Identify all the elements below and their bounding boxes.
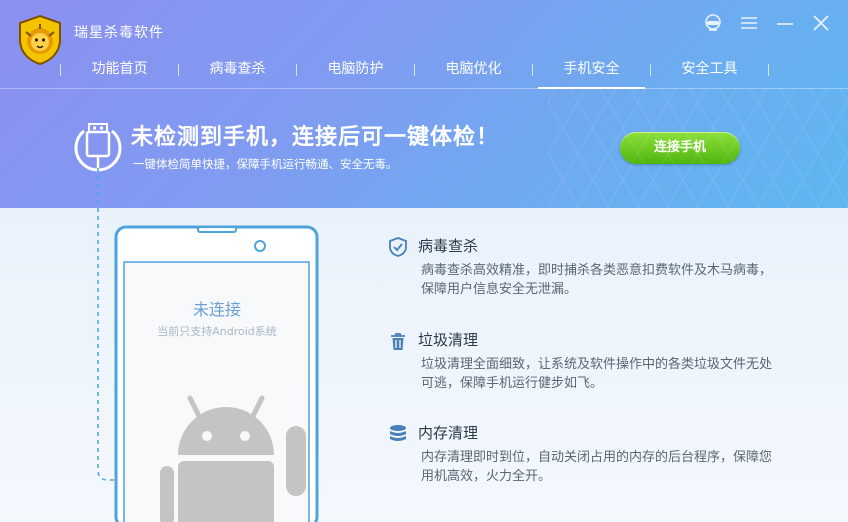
shield-check-icon: [389, 237, 407, 257]
phone-status: 未连接: [192, 300, 241, 319]
feature-title: 内存清理: [418, 424, 479, 442]
feature-desc: 内存清理即时到位，自动关闭占用的内存的后台程序，保障您用机高效，火力全开。: [421, 450, 773, 484]
feature-title: 垃圾清理: [418, 331, 479, 349]
trash-icon: [391, 333, 405, 350]
phone-support-note: 当前只支持Android系统: [157, 325, 277, 338]
feature-title: 病毒查杀: [418, 237, 479, 255]
feature-desc: 病毒查杀高效精准，即时捕杀各类恶意扣费软件及木马病毒，保障用户信息安全无泄漏。: [421, 263, 773, 297]
memory-stack-icon: [390, 425, 406, 441]
feature-desc: 垃圾清理全面细致，让系统及软件操作中的各类垃圾文件无处可逃，保障手机运行健步如飞…: [421, 357, 773, 391]
